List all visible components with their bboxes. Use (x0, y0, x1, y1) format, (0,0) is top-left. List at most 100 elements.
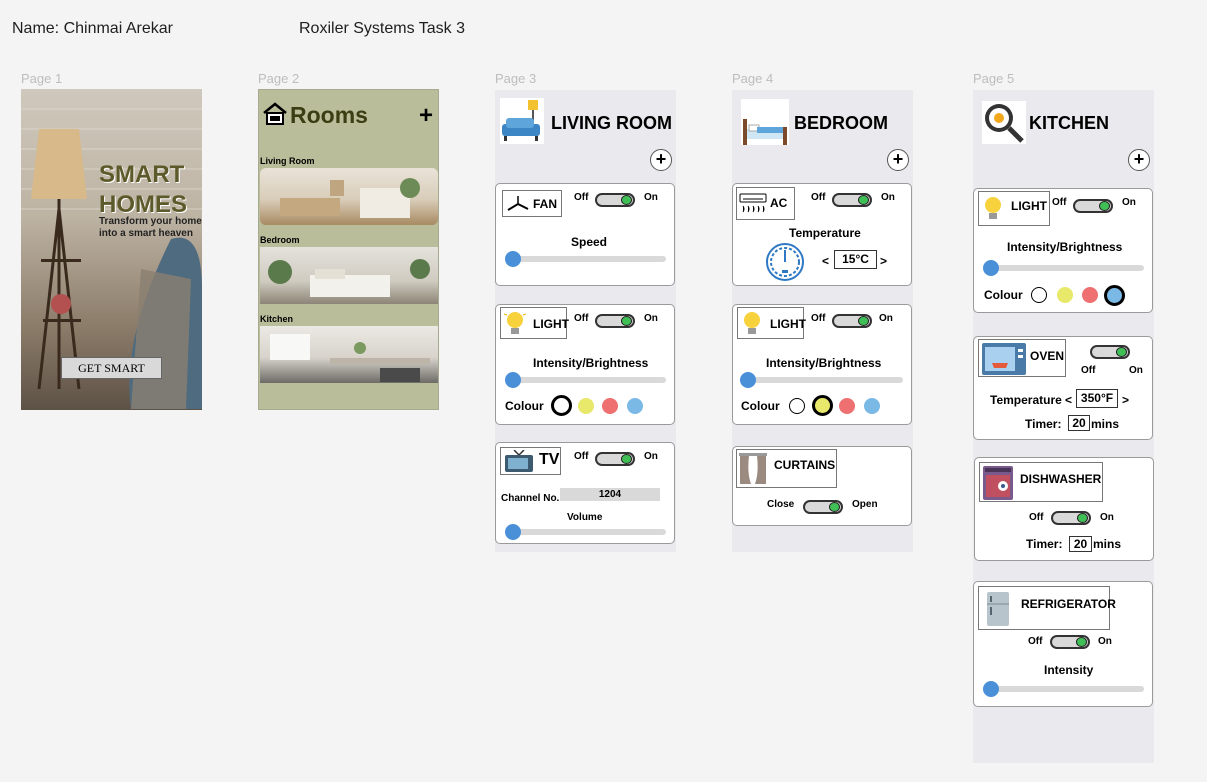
oven-decrease-button[interactable]: < (1065, 393, 1072, 407)
curtains-icon (739, 453, 767, 484)
bedroom-photo[interactable] (260, 247, 438, 304)
living-light-card: LIGHT Off On Intensity/Brightness Colour (495, 304, 675, 425)
refrigerator-intensity-slider[interactable] (983, 681, 1144, 697)
air-conditioner-icon (739, 193, 767, 213)
colour-blue-swatch[interactable] (864, 398, 880, 414)
oven-temperature-label: Temperature (990, 393, 1062, 407)
curtains-icon-box: CURTAINS (736, 449, 837, 488)
ac-card: AC Off On Temperature < 15°C > (732, 183, 912, 286)
oven-timer-label: Timer: (1025, 417, 1062, 431)
kitchen-light-off-label: Off (1052, 197, 1067, 208)
colour-blue-swatch[interactable] (627, 398, 643, 414)
bedroom-light-intensity-slider[interactable] (740, 372, 903, 388)
oven-off-label: Off (1081, 365, 1096, 376)
bedroom-title: BEDROOM (794, 113, 888, 133)
room-label-kitchen: Kitchen (260, 314, 294, 324)
oven-temperature-value[interactable]: 350°F (1076, 389, 1118, 408)
refrigerator-toggle[interactable] (1050, 635, 1090, 649)
tv-toggle[interactable] (595, 452, 635, 466)
ac-toggle[interactable] (832, 193, 872, 207)
dishwasher-label: DISHWASHER (1020, 472, 1102, 486)
colour-red-swatch[interactable] (1082, 287, 1098, 303)
living-light-icon-box: LIGHT (500, 307, 569, 339)
kitchen-photo[interactable] (260, 326, 438, 383)
curtains-label: CURTAINS (774, 458, 836, 472)
living-light-on-label: On (644, 313, 658, 324)
fan-speed-slider[interactable] (505, 251, 666, 267)
add-device-button[interactable]: + (1128, 149, 1150, 171)
page2-frame: Rooms + Living Room Bedroom Kitchen (258, 89, 439, 410)
ac-on-label: On (881, 192, 895, 203)
curtains-open-label: Open (852, 499, 878, 510)
bedroom-light-icon-box: LIGHT (737, 307, 806, 339)
colour-white-swatch-selected[interactable] (551, 395, 572, 416)
bedroom-light-card: LIGHT Off On Intensity/Brightness Colour (732, 304, 912, 425)
add-device-button[interactable]: + (650, 149, 672, 171)
smart-title: SMART (99, 161, 185, 188)
frying-pan-magnifier-icon (982, 101, 1026, 144)
kitchen-light-on-label: On (1122, 197, 1136, 208)
add-room-button[interactable]: + (419, 102, 433, 130)
oven-timer-input[interactable]: 20 (1068, 415, 1090, 431)
curtains-toggle[interactable] (803, 500, 843, 514)
ac-temperature-value[interactable]: 15°C (834, 250, 877, 269)
kitchen-light-icon-box: LIGHT (978, 191, 1050, 226)
colour-red-swatch[interactable] (602, 398, 618, 414)
page-label-4: Page 4 (732, 71, 774, 86)
kitchen-light-intensity-slider[interactable] (983, 260, 1144, 276)
volume-slider[interactable] (505, 524, 666, 540)
kitchen-light-label: LIGHT (1011, 199, 1047, 213)
oven-timer-unit: mins (1091, 417, 1120, 431)
colour-yellow-swatch[interactable] (578, 398, 594, 414)
ac-off-label: Off (811, 192, 826, 203)
dishwasher-timer-input[interactable]: 20 (1069, 536, 1092, 552)
homes-title: HOMES (99, 191, 188, 218)
task-title: Roxiler Systems Task 3 (299, 20, 465, 37)
oven-increase-button[interactable]: > (1122, 393, 1129, 407)
add-device-button[interactable]: + (887, 149, 909, 171)
tv-on-label: On (644, 451, 658, 462)
refrigerator-card: REFRIGERATOR Off On Intensity (973, 581, 1153, 707)
colour-yellow-swatch[interactable] (1057, 287, 1073, 303)
colour-red-swatch[interactable] (839, 398, 855, 414)
living-light-intensity-label: Intensity/Brightness (533, 356, 649, 370)
bedroom-light-label: LIGHT (770, 317, 806, 331)
oven-on-label: On (1129, 365, 1143, 376)
dishwasher-timer-label: Timer: (1026, 537, 1063, 551)
kitchen-title: KITCHEN (1029, 113, 1109, 133)
lightbulb-icon (985, 197, 1001, 219)
living-light-intensity-slider[interactable] (505, 372, 666, 388)
get-smart-button[interactable]: GET SMART (61, 357, 162, 379)
living-colour-label: Colour (505, 399, 544, 413)
bedroom-light-toggle[interactable] (832, 314, 872, 328)
fan-label: FAN (533, 197, 557, 211)
oven-card: OVEN Off On Temperature < 350°F > Timer:… (973, 336, 1153, 440)
living-room-photo[interactable] (260, 168, 438, 225)
ac-decrease-button[interactable]: < (822, 254, 829, 268)
author-name: Name: Chinmai Arekar (12, 20, 173, 37)
curtains-close-label: Close (767, 499, 795, 510)
colour-yellow-swatch-selected[interactable] (812, 395, 833, 416)
kitchen-light-toggle[interactable] (1073, 199, 1113, 213)
microwave-oven-icon (982, 343, 1026, 375)
dishwasher-timer-unit: mins (1093, 537, 1122, 551)
tv-icon (505, 450, 533, 472)
dishwasher-card: DISHWASHER Off On Timer: 20 mins (974, 457, 1154, 561)
bedroom-light-off-label: Off (811, 313, 826, 324)
colour-white-swatch[interactable] (1031, 287, 1047, 303)
channel-input[interactable]: 1204 (560, 488, 660, 501)
oven-toggle[interactable] (1090, 345, 1130, 359)
refrigerator-off-label: Off (1028, 636, 1043, 647)
page-label-3: Page 3 (495, 71, 537, 86)
living-light-toggle[interactable] (595, 314, 635, 328)
ac-increase-button[interactable]: > (880, 254, 887, 268)
thermostat-dial-icon (766, 243, 804, 281)
fan-toggle[interactable] (595, 193, 635, 207)
colour-white-swatch[interactable] (789, 398, 805, 414)
ac-icon-box: AC (736, 187, 795, 220)
kitchen-light-card: LIGHT Off On Intensity/Brightness Colour (973, 188, 1153, 313)
colour-blue-swatch-selected[interactable] (1104, 285, 1125, 306)
tagline-line1: Transform your home (99, 216, 202, 227)
tv-label: TV (539, 451, 560, 468)
dishwasher-toggle[interactable] (1051, 511, 1091, 525)
